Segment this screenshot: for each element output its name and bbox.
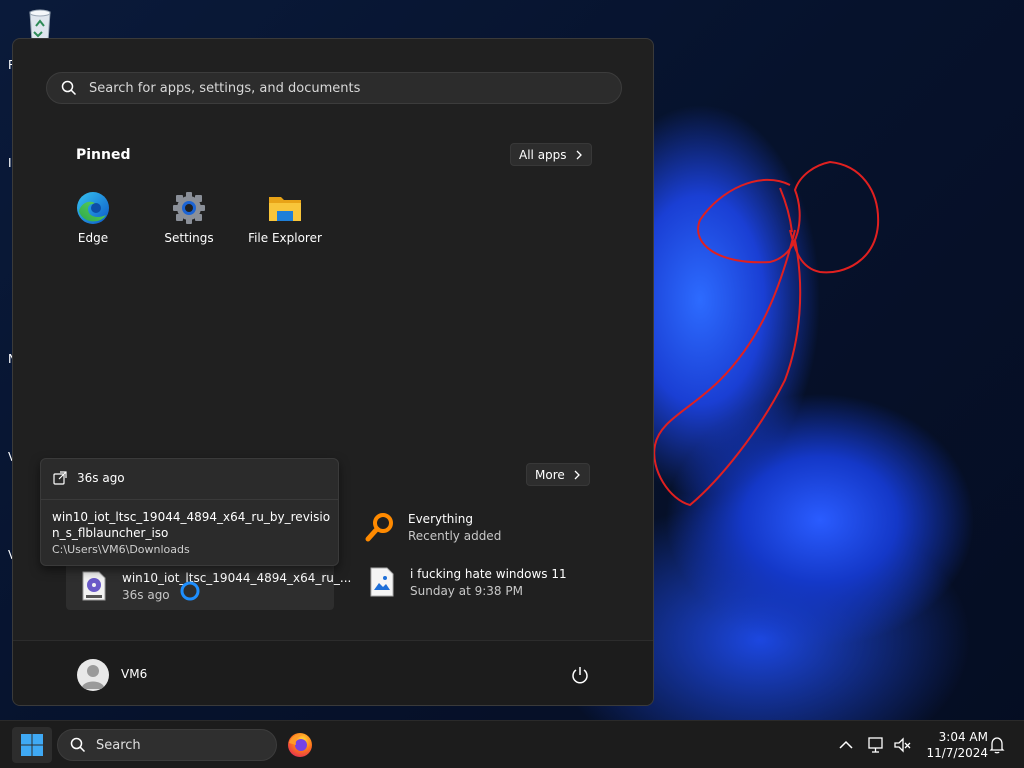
user-avatar[interactable] <box>77 659 109 691</box>
start-footer: VM6 <box>13 640 653 705</box>
windows-logo-icon <box>21 734 43 756</box>
app-label: Settings <box>164 231 214 245</box>
power-icon[interactable] <box>570 665 590 685</box>
pinned-app-edge[interactable]: Edge <box>50 191 136 245</box>
chevron-right-icon <box>574 470 580 479</box>
edge-icon <box>76 191 110 225</box>
loading-spinner-icon <box>180 581 200 601</box>
desktop-label-fragment: I <box>8 156 12 170</box>
more-label: More <box>535 467 565 482</box>
open-external-icon <box>53 471 67 485</box>
image-file-icon <box>366 566 398 598</box>
all-apps-button[interactable]: All apps <box>510 143 592 166</box>
more-button[interactable]: More <box>526 463 590 486</box>
recommended-title: win10_iot_ltsc_19044_4894_x64_ru_... <box>122 570 352 585</box>
recommended-subtitle: 36s ago <box>122 587 170 602</box>
recommended-subtitle: Recently added <box>408 528 502 543</box>
tooltip-time: 36s ago <box>77 471 125 485</box>
tooltip-file-path: C:\Users\VM6\Downloads <box>52 543 190 556</box>
taskbar-search[interactable]: Search <box>57 729 277 761</box>
notification-bell-icon[interactable] <box>987 735 1007 755</box>
app-label: Edge <box>77 231 109 245</box>
user-name[interactable]: VM6 <box>121 667 147 681</box>
recommended-item-everything[interactable]: Everything Recently added <box>364 511 501 543</box>
firefox-icon[interactable] <box>286 731 314 759</box>
search-icon <box>70 737 86 753</box>
clock-time: 3:04 AM <box>938 730 988 744</box>
tooltip-divider <box>41 499 338 500</box>
recommended-item-image[interactable]: i fucking hate windows 11 Sunday at 9:38… <box>366 566 567 598</box>
network-icon[interactable] <box>866 735 886 755</box>
clock-date: 11/7/2024 <box>926 746 988 760</box>
all-apps-label: All apps <box>519 147 567 162</box>
disc-image-icon <box>78 570 110 602</box>
chevron-right-icon <box>576 150 582 159</box>
pinned-app-file-explorer[interactable]: File Explorer <box>242 191 328 245</box>
chevron-up-icon[interactable] <box>836 735 856 755</box>
file-tooltip: 36s ago win10_iot_ltsc_19044_4894_x64_ru… <box>40 458 339 566</box>
volume-muted-icon[interactable] <box>893 735 913 755</box>
start-search-box[interactable] <box>46 72 622 104</box>
start-search-input[interactable] <box>89 80 589 96</box>
tooltip-file-name: win10_iot_ltsc_19044_4894_x64_ru_by_revi… <box>52 510 331 540</box>
taskbar-clock[interactable]: 3:04 AM 11/7/2024 <box>920 729 988 761</box>
pinned-app-settings[interactable]: Settings <box>146 191 232 245</box>
start-button[interactable] <box>12 727 52 763</box>
taskbar: Search 3:04 AM 11/7/2024 <box>0 720 1024 768</box>
start-menu: Pinned All apps Edge <box>12 38 654 706</box>
magnifier-app-icon <box>364 511 396 543</box>
search-icon <box>61 80 77 96</box>
recommended-title: i fucking hate windows 11 <box>410 566 567 581</box>
recommended-subtitle: Sunday at 9:38 PM <box>410 583 523 598</box>
app-label: File Explorer <box>248 231 322 245</box>
pinned-title: Pinned <box>76 147 131 163</box>
taskbar-search-label: Search <box>96 737 141 753</box>
folder-icon <box>268 191 302 225</box>
gear-icon <box>172 191 206 225</box>
recommended-title: Everything <box>408 511 473 526</box>
